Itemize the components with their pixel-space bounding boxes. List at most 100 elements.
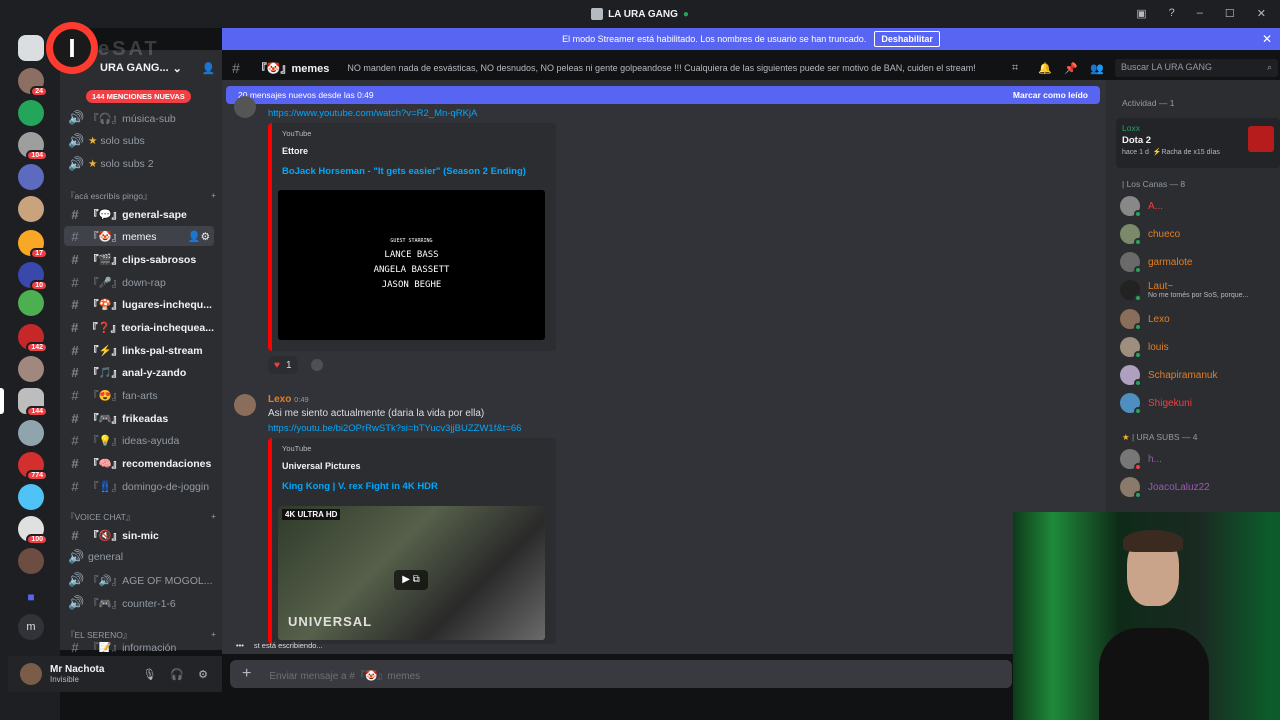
video-text-3: JASON BEGHE — [381, 279, 442, 290]
member-10[interactable]: JoacoLaluz22 — [1120, 477, 1210, 499]
channel-links-pal-stream[interactable]: # 『⚡』links-pal-stream — [64, 340, 214, 360]
user-avatar[interactable] — [20, 663, 42, 685]
close-banner-icon[interactable]: ✕ — [1262, 32, 1272, 46]
server-icon-10[interactable] — [18, 356, 44, 382]
message-author[interactable]: Lexo — [268, 394, 291, 405]
video-thumbnail[interactable]: GUEST STARRING LANCE BASS ANGELA BASSETT… — [278, 190, 545, 340]
add-channel-icon[interactable]: + — [211, 511, 216, 523]
add-attachment-icon[interactable]: + — [242, 665, 251, 683]
headphones-icon[interactable]: 🎧 — [170, 668, 184, 681]
member-list-icon[interactable]: 👥 — [1090, 62, 1104, 75]
message-link-2[interactable]: https://youtu.be/bi2OPrRwSTk?si=bTYucv3j… — [268, 423, 521, 434]
voice-counter[interactable]: 🔊 『🎮』counter-1-6 — [64, 593, 214, 613]
video-thumbnail-2[interactable]: 4K ULTRA HD ▶ ⧉ UNIVERSAL — [278, 506, 545, 640]
server-icon-11[interactable] — [18, 420, 44, 446]
discord-home-icon[interactable] — [18, 35, 44, 61]
channel-fan-arts[interactable]: # 『😍』fan-arts — [64, 385, 214, 405]
activity-card[interactable]: Loxx Dota 2 hace 1 d ⚡Racha de x15 días — [1116, 118, 1280, 168]
member-5[interactable]: Lexo — [1120, 309, 1170, 331]
new-messages-bar[interactable]: 20 mensajes nuevos desde las 0:49 Marcar … — [226, 86, 1100, 104]
member-6[interactable]: louis — [1120, 337, 1169, 359]
member-4[interactable]: Laut~ No me tomés por SoS, porque... — [1120, 280, 1248, 302]
embed-author[interactable]: Ettore — [282, 146, 546, 156]
channel-solo-subs[interactable]: 🔊 ★ solo subs — [64, 131, 214, 151]
folder-icon[interactable]: ■ — [18, 584, 44, 610]
channel-solo-subs-2[interactable]: 🔊 ★ solo subs 2 — [64, 154, 214, 174]
server-icon-14[interactable]: 100 — [18, 516, 48, 545]
server-icon-12[interactable]: 774 — [18, 452, 48, 481]
channel-ideas-ayuda[interactable]: # 『💡』ideas-ayuda — [64, 430, 214, 450]
server-icon-m[interactable]: m — [18, 614, 44, 640]
disable-streamer-button[interactable]: Deshabilitar — [874, 31, 940, 47]
close-window-button[interactable]: ✕ — [1257, 7, 1266, 20]
server-icon-9[interactable]: 142 — [18, 324, 48, 353]
play-icon[interactable]: ▶ ⧉ — [394, 570, 428, 590]
notifications-bell-icon[interactable]: 🔔 — [1038, 62, 1052, 75]
member-9[interactable]: h... — [1120, 449, 1162, 471]
server-icon — [591, 8, 604, 20]
embed-title[interactable]: BoJack Horseman - "It gets easier" (Seas… — [282, 166, 546, 177]
server-icon-1[interactable]: 24 — [18, 68, 48, 97]
member-8[interactable]: Shigekuni — [1120, 393, 1192, 415]
mark-as-read-button[interactable]: Marcar como leído — [1013, 90, 1088, 100]
hash-icon: # — [232, 60, 240, 76]
member-2[interactable]: chueco — [1120, 224, 1180, 246]
server-icon-13[interactable] — [18, 484, 44, 510]
channel-topic[interactable]: NO manden nada de esvásticas, NO desnudo… — [347, 63, 975, 73]
inbox-icon[interactable]: ▣ — [1136, 7, 1146, 20]
channel-anal-y-zando[interactable]: # 『🎵』anal-y-zando — [64, 362, 214, 382]
add-member-icon[interactable]: 👤 — [202, 62, 216, 75]
category-sereno[interactable]: 『EL SERENO』 + — [66, 629, 216, 641]
category-acaescribis[interactable]: 『acá escribís pingo』 + — [66, 190, 216, 202]
reaction-heart[interactable]: ♥ 1 — [268, 356, 298, 374]
server-icon-2[interactable] — [18, 100, 44, 126]
embed-author-2[interactable]: Universal Pictures — [282, 461, 546, 471]
channel-clips-sabrosos[interactable]: # 『🎬』clips-sabrosos — [64, 249, 214, 269]
server-icon-4[interactable] — [18, 164, 44, 190]
invite-icon[interactable]: 👤⚙ — [188, 230, 211, 243]
server-icon-5[interactable] — [18, 196, 44, 222]
channel-memes[interactable]: # 『🤡』memes 👤⚙ — [64, 226, 214, 246]
search-input[interactable]: Buscar LA URA GANG ⌕ — [1115, 59, 1278, 77]
message-avatar-lexo[interactable] — [234, 394, 256, 416]
server-icon-15[interactable] — [18, 548, 44, 574]
server-icon-8[interactable] — [18, 290, 44, 316]
mic-icon[interactable]: 🎙 — [142, 668, 156, 681]
member-3[interactable]: garmalote — [1120, 252, 1192, 274]
server-icon-7[interactable]: 10 — [18, 262, 48, 291]
new-mentions-pill[interactable]: 144 MENCIONES NUEVAS — [86, 90, 191, 103]
server-icon-6[interactable]: 17 — [18, 230, 48, 259]
message-composer[interactable]: + Enviar mensaje a #『🤡』memes — [230, 660, 1012, 688]
voice-general[interactable]: 🔊 general — [64, 547, 214, 567]
member-7[interactable]: Schapiramanuk — [1120, 365, 1217, 387]
add-channel-icon[interactable]: + — [211, 629, 216, 641]
channel-domingo[interactable]: # 『👖』domingo-de-joggin — [64, 476, 214, 496]
server-icon-selected[interactable]: 144 — [18, 388, 48, 417]
channel-recomendaciones[interactable]: # 『🧠』recomendaciones — [64, 453, 214, 473]
settings-gear-icon[interactable]: ⚙ — [198, 668, 208, 681]
channel-general-sape[interactable]: # 『💬』general-sape — [64, 204, 214, 224]
message-avatar[interactable] — [234, 96, 256, 118]
channel-down-rap[interactable]: # 『🎤』down-rap — [64, 272, 214, 292]
pinned-icon[interactable]: 📌 — [1064, 62, 1078, 75]
channel-teoria[interactable]: # 『❓』teoria-inchequea... — [64, 317, 214, 337]
channel-frikeadas[interactable]: # 『🎮』frikeadas — [64, 408, 214, 428]
server-icon-3[interactable]: 104 — [18, 132, 48, 161]
voice-age-of-mogol[interactable]: 🔊 『🔊』AGE OF MOGOL... — [64, 570, 214, 590]
add-channel-icon[interactable]: + — [211, 190, 216, 202]
message-link[interactable]: https://www.youtube.com/watch?v=R2_Mn-qR… — [268, 108, 477, 119]
embed-title-2[interactable]: King Kong | V. rex Fight in 4K HDR — [282, 481, 546, 492]
minimize-button[interactable]: – — [1197, 7, 1203, 20]
add-reaction-icon[interactable] — [311, 359, 323, 371]
category-voice[interactable]: 『VOICE CHAT』 + — [66, 511, 216, 523]
activity-title: Actividad — 1 — [1122, 98, 1175, 108]
maximize-button[interactable]: ☐ — [1225, 7, 1235, 20]
channel-sin-mic[interactable]: # 『🔇』sin-mic — [64, 525, 214, 545]
video-text-guest: GUEST STARRING — [390, 237, 433, 244]
threads-icon[interactable]: ⌗ — [1012, 62, 1018, 75]
channel-lugares[interactable]: # 『🍄』lugares-inchequ... — [64, 294, 214, 314]
help-icon[interactable]: ? — [1169, 7, 1175, 20]
member-1[interactable]: A... — [1120, 196, 1163, 218]
channel-informacion[interactable]: # 『📝』información — [64, 642, 214, 652]
channel-musica-sub[interactable]: 🔊 『🎧』música-sub — [64, 108, 214, 128]
